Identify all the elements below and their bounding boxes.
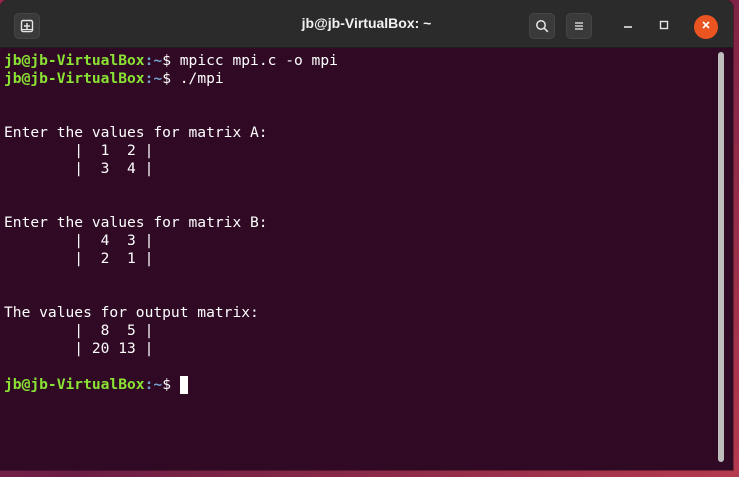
output-line: | 3 4 | — [4, 160, 154, 177]
prompt-user: jb@jb-VirtualBox — [4, 52, 145, 69]
desktop-background: jb@jb-VirtualBox: ~ jb@jb-VirtualBox:~$ … — [0, 0, 739, 477]
prompt-user: jb@jb-VirtualBox — [4, 376, 145, 393]
minimize-icon — [622, 18, 634, 36]
scrollbar[interactable] — [718, 52, 724, 462]
output-line: Enter the values for matrix A: — [4, 124, 268, 141]
prompt-path: ~ — [153, 70, 163, 87]
command-text: ./mpi — [179, 70, 224, 87]
output-line: The values for output matrix: — [4, 304, 259, 321]
maximize-icon — [658, 18, 670, 36]
search-button[interactable] — [529, 13, 555, 39]
output-line: | 2 1 | — [4, 250, 154, 267]
output-line: | 1 2 | — [4, 142, 154, 159]
terminal-window: jb@jb-VirtualBox: ~ jb@jb-VirtualBox:~$ … — [0, 0, 733, 470]
terminal-output[interactable]: jb@jb-VirtualBox:~$ mpicc mpi.c -o mpi jb… — [0, 48, 716, 470]
text-cursor — [179, 376, 188, 394]
output-line: | 4 3 | — [4, 232, 154, 249]
prompt-symbol: $ — [162, 52, 180, 69]
title-bar[interactable]: jb@jb-VirtualBox: ~ — [0, 0, 733, 48]
close-button[interactable] — [694, 15, 718, 39]
prompt-line: jb@jb-VirtualBox:~$ ./mpi — [4, 70, 716, 88]
close-icon — [700, 18, 712, 36]
hamburger-menu-icon — [572, 19, 586, 33]
menu-button[interactable] — [566, 13, 592, 39]
prompt-line: jb@jb-VirtualBox:~$ — [4, 376, 716, 394]
prompt-path: ~ — [153, 52, 163, 69]
prompt-path: ~ — [153, 376, 163, 393]
output-line: Enter the values for matrix B: — [4, 214, 268, 231]
output-line: | 8 5 | — [4, 322, 154, 339]
prompt-user: jb@jb-VirtualBox — [4, 70, 145, 87]
output-line: | 20 13 | — [4, 340, 154, 357]
minimize-button[interactable] — [616, 15, 640, 39]
prompt-symbol: $ — [162, 376, 180, 393]
maximize-button[interactable] — [652, 15, 676, 39]
prompt-line: jb@jb-VirtualBox:~$ mpicc mpi.c -o mpi — [4, 52, 716, 70]
search-icon — [535, 19, 549, 33]
prompt-symbol: $ — [162, 70, 180, 87]
command-text: mpicc mpi.c -o mpi — [179, 52, 338, 69]
